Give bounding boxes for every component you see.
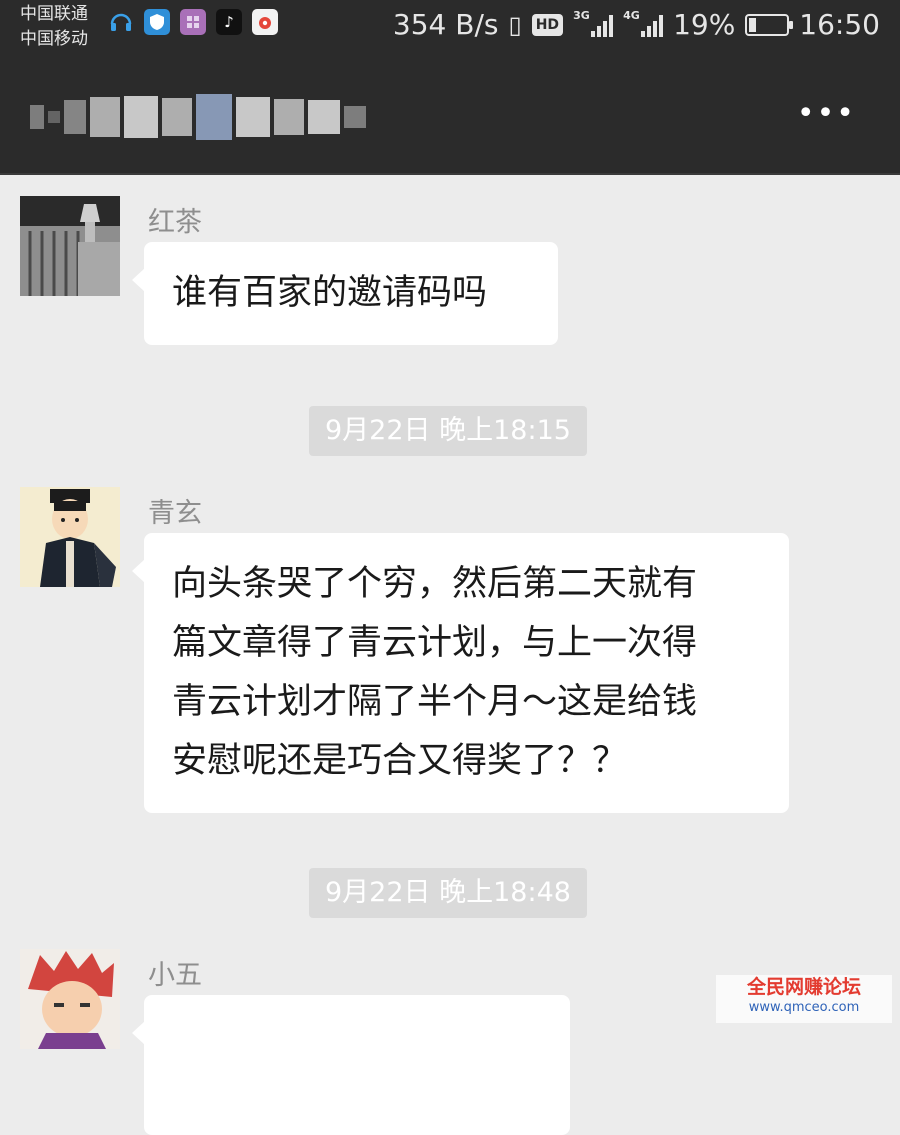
message-text-line: 向头条哭了个穷，然后第二天就有 [172, 564, 698, 604]
chat-title-pixelated [30, 94, 366, 140]
more-options-button[interactable]: ••• [797, 96, 856, 131]
message-text-line: 安慰呢还是巧合又得奖了？？ [172, 741, 628, 781]
tiktok-icon: ♪ [216, 9, 242, 35]
signal-3g-icon: 3G [573, 9, 614, 37]
carrier-unicom: 中国联通 [20, 4, 88, 24]
clock: 16:50 [799, 8, 880, 41]
avatar[interactable] [20, 949, 120, 1049]
network-speed: 354 B/s [392, 8, 499, 41]
timestamp: 9月22日 晚上18:15 [309, 406, 587, 456]
notification-icons: ♪ [108, 9, 278, 35]
avatar[interactable] [20, 487, 120, 587]
sender-name: 小五 [148, 960, 202, 991]
carrier-mobile: 中国移动 [20, 29, 88, 49]
message-bubble[interactable]: 谁有百家的邀请码吗 [132, 242, 558, 345]
chat-title-bar: ••• [0, 56, 900, 175]
message-text-line: 青云计划才隔了半个月～这是给钱 [172, 682, 698, 722]
avatar[interactable] [20, 196, 120, 296]
shield-icon [144, 9, 170, 35]
sender-name: 红茶 [148, 207, 202, 238]
battery-percent: 19% [673, 8, 736, 41]
vibrate-icon: ▯ [508, 10, 522, 39]
signal-4g-icon: 4G [623, 9, 664, 37]
status-bar: 中国联通 中国移动 ♪ 354 B/s ▯ HD 3G 4G 19% 16:50 [0, 0, 900, 56]
forum-watermark: 全民网赚论坛 www.qmceo.com [716, 975, 892, 1023]
carrier-names: 中国联通 中国移动 [20, 2, 88, 52]
app-icon [180, 9, 206, 35]
message-text: 谁有百家的邀请码吗 [172, 273, 488, 313]
battery-icon [745, 13, 794, 36]
watermark-name: 全民网赚论坛 [746, 976, 861, 998]
watermark-url: www.qmceo.com [748, 1000, 860, 1015]
status-right: 354 B/s ▯ HD 3G 4G 19% 16:50 [393, 8, 880, 41]
timestamp: 9月22日 晚上18:48 [309, 868, 587, 918]
headset-icon [108, 9, 134, 35]
message-bubble[interactable]: 向头条哭了个穷，然后第二天就有 篇文章得了青云计划，与上一次得 青云计划才隔了半… [132, 533, 789, 813]
weibo-icon [252, 9, 278, 35]
message-text-line: 篇文章得了青云计划，与上一次得 [172, 623, 698, 663]
hd-badge: HD [531, 13, 564, 36]
message-bubble[interactable] [132, 995, 570, 1135]
sender-name: 青玄 [148, 498, 202, 529]
